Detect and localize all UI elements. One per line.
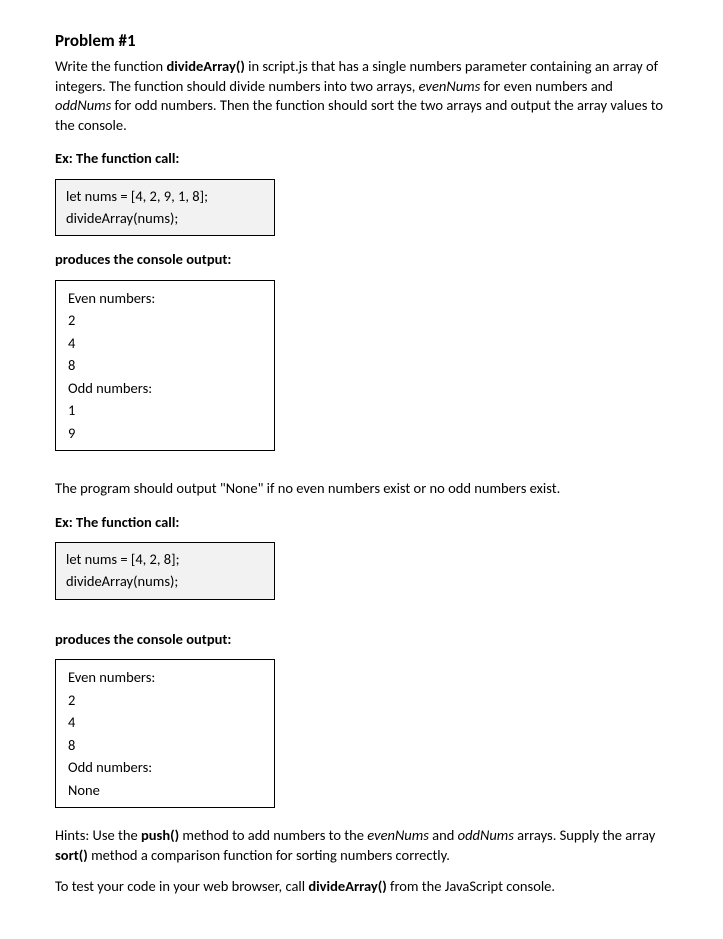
example-label-2: Ex: The function call: [55,513,668,533]
hints-sort: sort() [55,846,88,864]
test-text-1: To test your code in your web browser, c… [55,877,308,895]
out1-header-even: Even numbers: [68,287,262,309]
out1-value: 4 [68,332,262,354]
out2-value: 4 [68,711,262,733]
output-box-2: Even numbers: 2 4 8 Odd numbers: None [55,659,275,808]
hints-text-5: method a comparison function for sorting… [88,846,450,864]
produces-label-2: produces the console output: [55,630,668,650]
hints-text-1: Hints: Use the [55,826,141,844]
intro-oddnums: oddNums [55,96,111,114]
produces-label-1: produces the console output: [55,250,668,270]
intro-text-1: Write the function [55,57,166,75]
hints-oddnums: oddNums [458,826,514,844]
code1-line2: divideArray(nums); [66,208,264,230]
out1-value: 1 [68,399,262,421]
test-func: divideArray() [308,877,386,895]
output-box-1: Even numbers: 2 4 8 Odd numbers: 1 9 [55,280,275,451]
test-paragraph: To test your code in your web browser, c… [55,877,668,897]
problem-title: Problem #1 [55,30,668,53]
out1-value: 2 [68,309,262,331]
hints-push: push() [141,826,179,844]
intro-text-4: for odd numbers. Then the function shoul… [55,96,663,134]
hints-text-4: arrays. Supply the array [514,826,655,844]
out2-value: 2 [68,689,262,711]
hints-text-3: and [429,826,458,844]
code-box-2: let nums = [4, 2, 8]; divideArray(nums); [55,542,275,600]
code2-line1: let nums = [4, 2, 8]; [66,549,264,571]
hints-paragraph: Hints: Use the push() method to add numb… [55,826,668,865]
out2-header-odd: Odd numbers: [68,756,262,778]
intro-func-name: divideArray() [166,57,244,75]
out2-header-even: Even numbers: [68,666,262,688]
out2-value: 8 [68,734,262,756]
test-text-2: from the JavaScript console. [387,877,555,895]
hints-evennums: evenNums [367,826,429,844]
out2-value: None [68,779,262,801]
example-label-1: Ex: The function call: [55,149,668,169]
intro-text-3: for even numbers and [480,77,613,95]
out1-value: 9 [68,422,262,444]
none-paragraph: The program should output "None" if no e… [55,479,668,499]
code-box-1: let nums = [4, 2, 9, 1, 8]; divideArray(… [55,179,275,237]
intro-evennums: evenNums [419,77,481,95]
code2-line2: divideArray(nums); [66,571,264,593]
hints-text-2: method to add numbers to the [179,826,367,844]
out1-value: 8 [68,354,262,376]
intro-paragraph: Write the function divideArray() in scri… [55,57,668,135]
code1-line1: let nums = [4, 2, 9, 1, 8]; [66,186,264,208]
out1-header-odd: Odd numbers: [68,377,262,399]
